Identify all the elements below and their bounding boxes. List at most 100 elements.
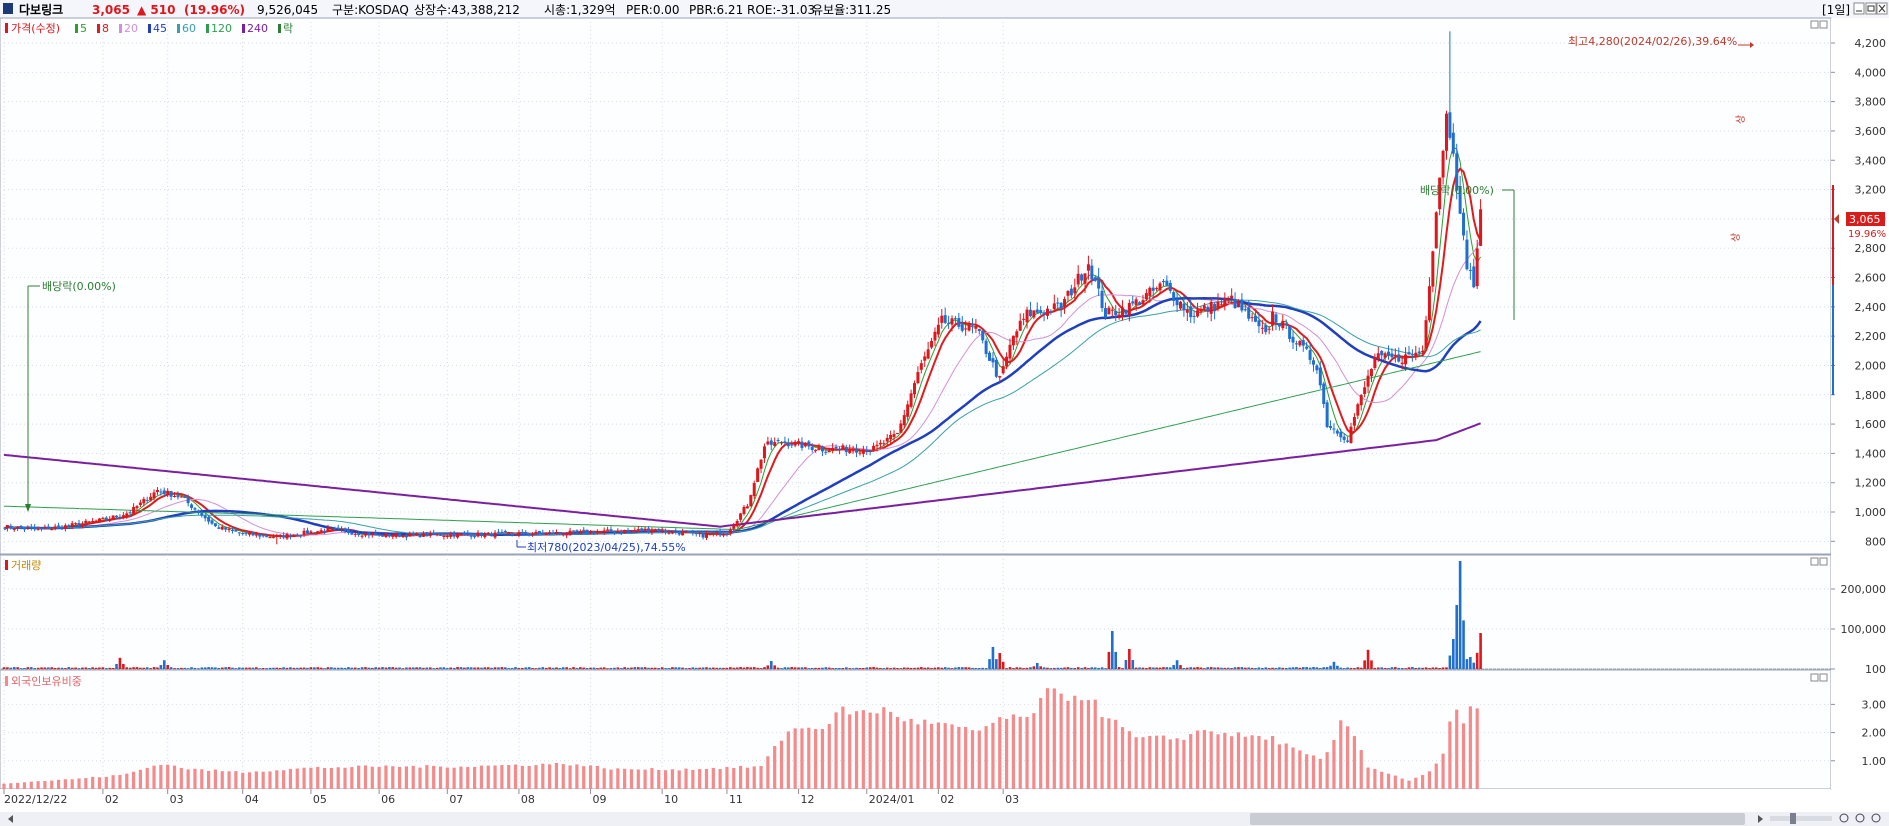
candle [670, 531, 674, 534]
zoom-slider-thumb[interactable] [1790, 813, 1796, 824]
panel-close-icon[interactable] [1819, 557, 1828, 566]
legend-swatch [177, 24, 180, 33]
candle [837, 448, 841, 450]
legend-item-label: 20 [124, 22, 138, 35]
volume-bar [1424, 667, 1428, 669]
volume-bar [851, 668, 855, 669]
foreign-bar [738, 765, 743, 789]
candle [1161, 280, 1165, 283]
candle [698, 533, 702, 535]
candle [851, 450, 855, 452]
panel-minimize-icon[interactable] [1810, 673, 1819, 682]
x-tick-label: 02 [940, 793, 954, 806]
volume-bar [943, 667, 947, 669]
volume-bar [1387, 668, 1390, 669]
volume-bar [558, 668, 562, 669]
volume-bar [1124, 660, 1128, 669]
volume-bar [845, 667, 848, 669]
candle [449, 534, 453, 537]
volume-tick-label: 200,000 [1841, 583, 1887, 596]
foreign-panel-title: 외국인보유비중 [11, 675, 82, 688]
candle [616, 531, 620, 533]
panel-close-icon[interactable] [1819, 20, 1828, 29]
foreign-bar [1175, 738, 1179, 789]
volume-bar [67, 667, 71, 669]
candle [50, 528, 54, 531]
candle [299, 534, 303, 536]
volume-bar [1291, 667, 1295, 669]
foreign-bar [1032, 713, 1036, 789]
volume-bar [1469, 657, 1472, 669]
candle [169, 491, 173, 497]
volume-bar [957, 667, 961, 669]
zoom-slider[interactable] [1770, 816, 1832, 821]
panel-minimize-icon[interactable] [1810, 20, 1819, 29]
foreign-bar [1066, 700, 1070, 789]
volume-bar [497, 667, 500, 669]
volume-bar [272, 667, 275, 669]
volume-bar [1462, 620, 1465, 669]
panel-close-icon[interactable] [1819, 673, 1828, 682]
scrollbar[interactable] [0, 812, 1889, 826]
volume-bar [688, 667, 691, 669]
candle [1056, 302, 1060, 304]
volume-bar [268, 667, 272, 669]
candle [456, 533, 460, 538]
limit-up-label-1: 상 [1735, 115, 1747, 124]
volume-bar [660, 667, 664, 669]
volume-bar [677, 667, 681, 669]
volume-bar [316, 667, 320, 669]
candle [940, 315, 944, 323]
volume-bar [1404, 668, 1407, 669]
candle [872, 445, 876, 451]
foreign-bar [1148, 735, 1152, 789]
candle [510, 534, 514, 536]
candle [1322, 383, 1326, 405]
volume-bar [913, 667, 916, 669]
volume-bar [544, 667, 548, 669]
panel-minimize-icon[interactable] [1810, 557, 1819, 566]
volume-bar [1267, 668, 1271, 669]
candle [554, 532, 558, 534]
candle [919, 363, 923, 370]
volume-bar [592, 667, 596, 669]
candle [531, 534, 535, 536]
volume-bar [1336, 665, 1339, 669]
volume-bar [589, 667, 592, 669]
candle [1172, 292, 1176, 301]
volume-bar [1131, 660, 1135, 669]
candle [234, 529, 238, 532]
candle [1028, 309, 1032, 317]
foreign-bar [1202, 730, 1206, 789]
volume-bar [834, 668, 838, 669]
volume-bar [227, 667, 231, 669]
scroll-thumb[interactable] [1250, 813, 1745, 825]
foreign-bar [1230, 736, 1234, 789]
legend-swatch [206, 24, 209, 33]
foreign-bar [657, 769, 661, 789]
candle [12, 528, 16, 530]
minimize-icon[interactable] [1853, 2, 1865, 15]
volume-bar [1243, 667, 1247, 669]
foreign-bar [16, 782, 20, 789]
volume-bar [636, 667, 640, 669]
foreign-bar [1264, 739, 1268, 789]
volume-bar [1158, 667, 1162, 669]
volume-bar [1237, 667, 1240, 669]
volume-bar [1370, 660, 1373, 669]
period-button[interactable]: [1일] [1822, 3, 1850, 17]
candle [1315, 365, 1319, 371]
foreign-bar [779, 740, 784, 789]
foreign-bar [2, 783, 6, 789]
candle [186, 497, 190, 504]
volume-bar [824, 667, 828, 669]
candle [312, 532, 316, 534]
volume-bar [483, 667, 487, 669]
volume-bar [684, 668, 688, 669]
candle [674, 531, 678, 533]
legend-item-label: 5 [80, 22, 87, 35]
candle [292, 534, 296, 537]
volume-bar [1042, 667, 1046, 669]
foreign-bar [800, 728, 804, 789]
volume-bar [1076, 667, 1080, 669]
